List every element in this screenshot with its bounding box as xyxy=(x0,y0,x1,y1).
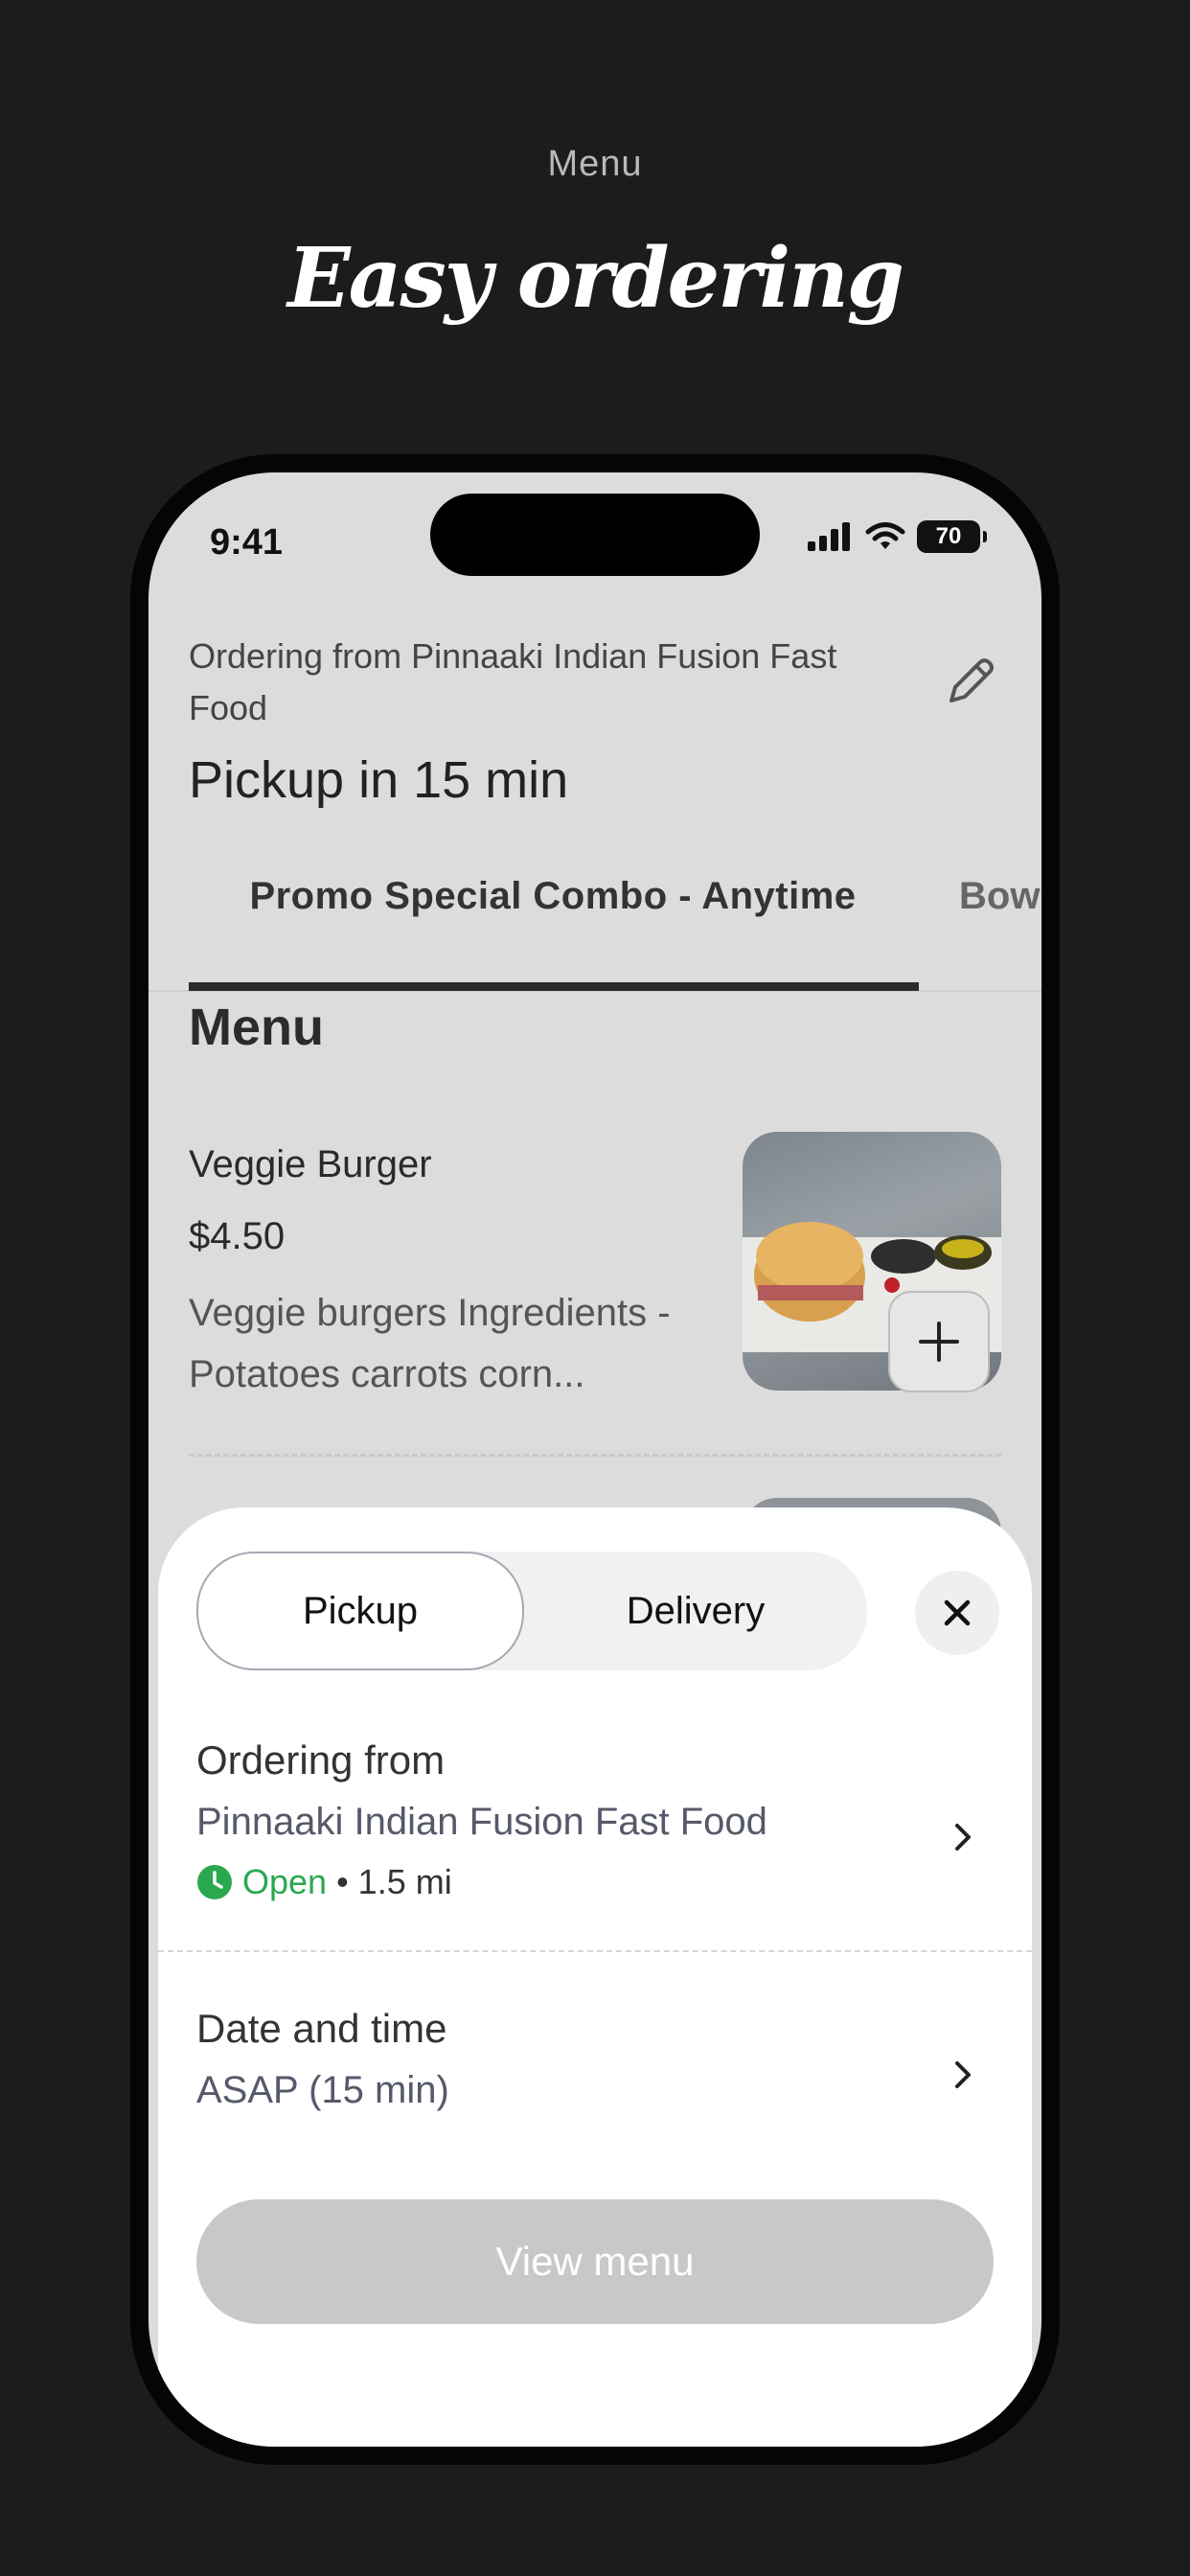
tab-promo-special-combo[interactable]: Promo Special Combo - Anytime xyxy=(189,875,917,918)
menu-item-name[interactable]: Veggie Burger xyxy=(189,1143,432,1186)
active-tab-indicator xyxy=(189,982,919,991)
promo-subtitle: Menu xyxy=(547,144,643,184)
close-button[interactable] xyxy=(915,1571,999,1655)
date-time-value[interactable]: ASAP (15 min) xyxy=(196,2069,449,2112)
store-distance: • 1.5 mi xyxy=(336,1862,452,1901)
status-time: 9:41 xyxy=(210,522,284,563)
promo-title: Easy ordering xyxy=(287,230,904,327)
status-icons: 70 xyxy=(808,520,987,553)
date-time-label: Date and time xyxy=(196,2006,447,2051)
menu-item-description: Veggie burgers Ingredients - Potatoes ca… xyxy=(189,1292,671,1395)
pickup-option[interactable]: Pickup xyxy=(196,1552,524,1670)
signal-icon xyxy=(808,522,850,551)
order-options-sheet: Pickup Delivery Ordering from Pinnaaki I… xyxy=(158,1507,1032,2447)
battery-icon: 70 xyxy=(917,520,987,553)
phone-screen: 9:41 70 Ordering from Pinnaaki Indian Fu… xyxy=(149,472,1041,2447)
tab-bowls[interactable]: Bow xyxy=(959,875,1040,918)
close-icon xyxy=(944,1599,971,1626)
chevron-right-icon[interactable] xyxy=(950,1818,976,1861)
menu-item-price: $4.50 xyxy=(189,1215,286,1257)
store-status: Open • 1.5 mi xyxy=(196,1862,452,1902)
wifi-icon xyxy=(865,522,905,549)
plus-icon xyxy=(919,1322,959,1362)
sheet-divider xyxy=(158,1950,1032,1952)
menu-heading: Menu xyxy=(189,999,324,1056)
store-name[interactable]: Pinnaaki Indian Fusion Fast Food xyxy=(196,1801,767,1844)
order-type-segmented-control: Pickup Delivery xyxy=(196,1552,867,1670)
view-menu-button[interactable]: View menu xyxy=(196,2199,994,2324)
phone-frame: 9:41 70 Ordering from Pinnaaki Indian Fu… xyxy=(130,454,1060,2465)
clock-icon xyxy=(197,1865,232,1899)
chevron-right-icon[interactable] xyxy=(950,2056,976,2099)
ordering-from-label: Ordering from xyxy=(196,1737,446,1782)
dynamic-island xyxy=(430,494,760,576)
edit-pencil-icon[interactable] xyxy=(942,653,999,715)
item-divider xyxy=(189,1454,1001,1457)
delivery-option[interactable]: Delivery xyxy=(528,1552,863,1670)
pickup-time-title: Pickup in 15 min xyxy=(189,751,569,809)
ordering-from-text: Ordering from Pinnaaki Indian Fusion Fas… xyxy=(189,636,837,727)
open-status: Open xyxy=(242,1862,328,1901)
add-item-button[interactable] xyxy=(888,1291,990,1392)
